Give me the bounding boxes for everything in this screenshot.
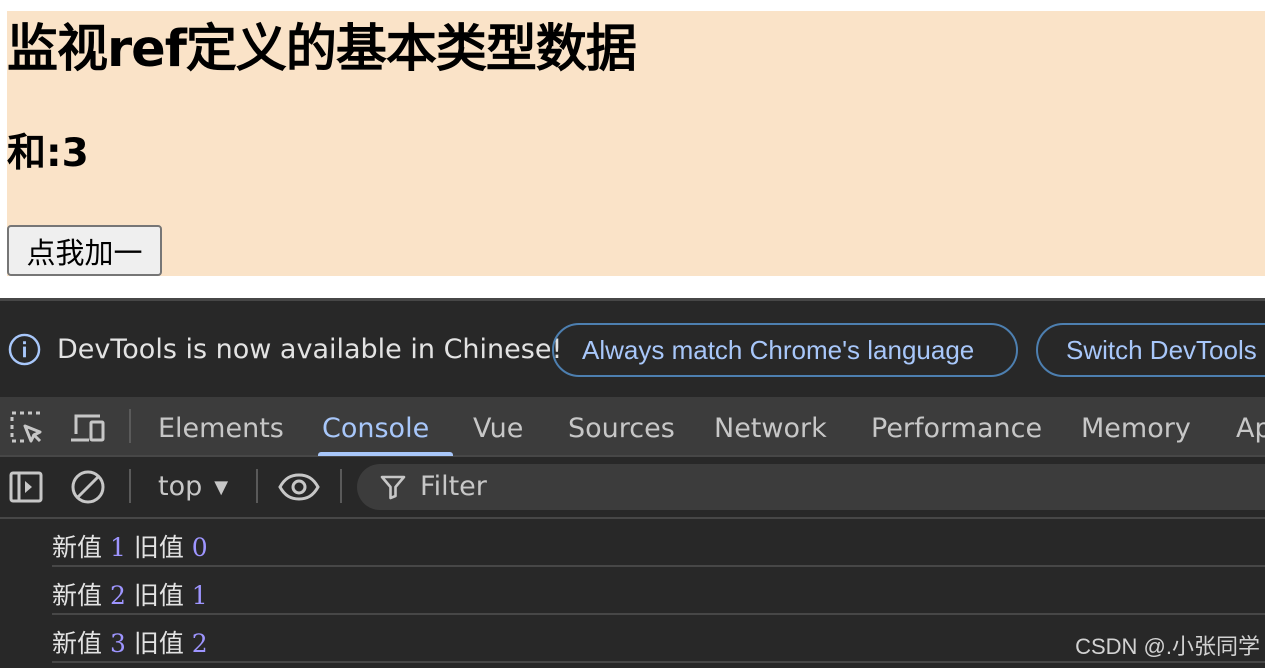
new-value: 1	[109, 533, 126, 562]
device-toolbar-icon[interactable]	[70, 410, 106, 446]
new-value-label: 新值	[52, 533, 103, 562]
filter-input[interactable]: Filter	[357, 464, 1265, 510]
console-message: 新值 1 旧值 0	[52, 519, 1265, 567]
context-selector[interactable]: top ▼	[158, 467, 228, 507]
new-value: 2	[109, 581, 126, 610]
sum-label: 和:3	[7, 131, 89, 176]
always-match-language-button[interactable]: Always match Chrome's language	[552, 323, 1018, 377]
clear-console-icon[interactable]	[70, 469, 106, 505]
inspect-element-icon[interactable]	[9, 410, 45, 446]
old-value: 0	[191, 533, 208, 562]
old-value: 1	[191, 581, 208, 610]
console-message: 新值 2 旧值 1	[52, 567, 1265, 615]
tab-sources[interactable]: Sources	[568, 397, 675, 455]
new-value: 3	[109, 629, 126, 658]
new-value-label: 新值	[52, 629, 103, 658]
switch-devtools-button[interactable]: Switch DevTools	[1036, 323, 1265, 377]
infobar-message: DevTools is now available in Chinese!	[57, 334, 563, 365]
console-sidebar-icon[interactable]	[8, 469, 44, 505]
tab-elements[interactable]: Elements	[158, 397, 284, 455]
devtools-tabbar: Elements Console Vue Sources Network Per…	[0, 397, 1265, 457]
old-value-label: 旧值	[133, 581, 184, 610]
tab-console[interactable]: Console	[317, 397, 454, 456]
tab-application[interactable]: Ap	[1236, 397, 1265, 455]
demo-page: 监视ref定义的基本类型数据 和:3 点我加一	[7, 11, 1265, 276]
live-expression-eye-icon[interactable]	[278, 469, 320, 505]
new-value-label: 新值	[52, 581, 103, 610]
old-value: 2	[191, 629, 208, 658]
language-infobar: DevTools is now available in Chinese! Al…	[0, 301, 1265, 397]
filter-icon	[380, 475, 406, 500]
chevron-down-icon: ▼	[214, 477, 229, 498]
tab-network[interactable]: Network	[714, 397, 827, 455]
increment-button[interactable]: 点我加一	[7, 225, 162, 276]
page: 监视ref定义的基本类型数据 和:3 点我加一 DevTools is now …	[0, 0, 1265, 668]
info-icon	[8, 333, 41, 366]
devtools-panel: DevTools is now available in Chinese! Al…	[0, 298, 1265, 668]
toolbar-separator	[340, 469, 342, 503]
toolbar-separator	[129, 469, 131, 503]
watermark: CSDN @.小张同学	[1075, 634, 1260, 659]
toolbar-separator	[256, 469, 258, 503]
filter-placeholder: Filter	[420, 471, 487, 502]
page-title: 监视ref定义的基本类型数据	[7, 20, 637, 79]
tab-performance[interactable]: Performance	[871, 397, 1042, 455]
old-value-label: 旧值	[133, 629, 184, 658]
context-label: top	[158, 471, 203, 502]
tab-separator	[129, 409, 131, 443]
tab-vue[interactable]: Vue	[473, 397, 523, 455]
tab-memory[interactable]: Memory	[1081, 397, 1191, 455]
console-toolbar: top ▼ Filter	[0, 457, 1265, 519]
old-value-label: 旧值	[133, 533, 184, 562]
